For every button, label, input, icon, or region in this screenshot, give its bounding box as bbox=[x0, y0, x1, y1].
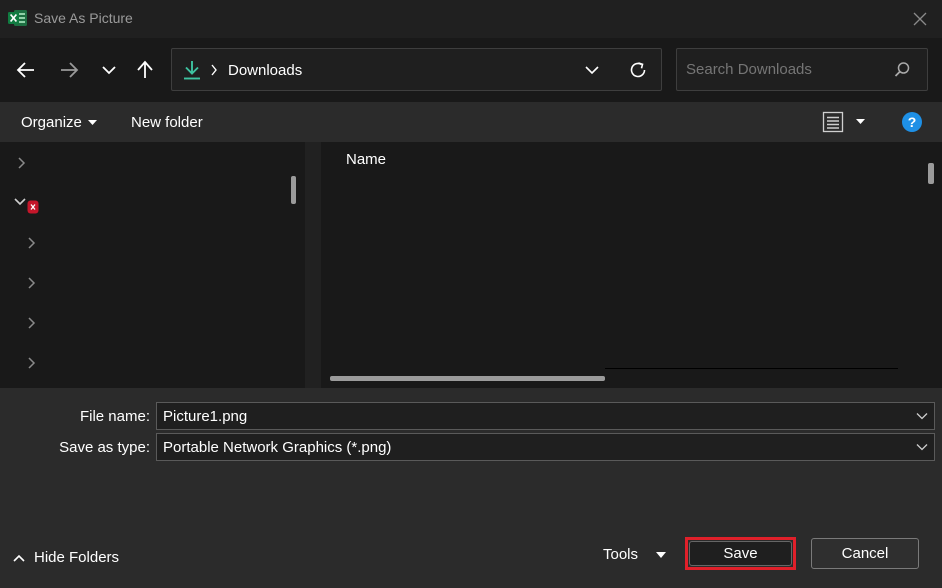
back-button[interactable] bbox=[12, 56, 40, 84]
file-list-pane[interactable] bbox=[321, 142, 942, 388]
pane-splitter[interactable] bbox=[305, 142, 321, 388]
search-icon bbox=[893, 61, 911, 79]
address-bar[interactable]: Downloads bbox=[171, 48, 662, 91]
filename-value[interactable]: Picture1.png bbox=[163, 408, 247, 425]
arrow-left-icon bbox=[16, 62, 34, 78]
save-button[interactable]: Save bbox=[689, 541, 792, 566]
arrow-right-icon bbox=[61, 62, 79, 78]
filename-field[interactable]: Picture1.png bbox=[156, 402, 935, 430]
refresh-icon bbox=[630, 62, 646, 78]
close-icon bbox=[913, 12, 927, 26]
caret-down-icon bbox=[656, 551, 667, 558]
excel-app-icon bbox=[8, 9, 28, 27]
title-bar bbox=[0, 0, 942, 38]
organize-menu-button[interactable]: Organize bbox=[21, 114, 97, 131]
cancel-button[interactable]: Cancel bbox=[811, 538, 919, 569]
caret-down-icon bbox=[856, 119, 865, 124]
close-button[interactable] bbox=[908, 8, 932, 30]
window-title: Save As Picture bbox=[34, 10, 133, 26]
tools-label: Tools bbox=[603, 546, 639, 563]
expand-chevron-icon[interactable] bbox=[26, 316, 36, 330]
scrollbar-track-line bbox=[605, 368, 898, 369]
expand-chevron-icon[interactable] bbox=[26, 236, 36, 250]
navigation-pane[interactable] bbox=[0, 142, 305, 388]
chevron-down-icon[interactable] bbox=[916, 412, 928, 420]
search-input[interactable] bbox=[686, 61, 886, 78]
tools-menu-button[interactable]: Tools bbox=[603, 546, 667, 563]
savetype-label: Save as type: bbox=[59, 439, 150, 456]
breadcrumb-downloads[interactable]: Downloads bbox=[228, 62, 302, 79]
details-view-icon bbox=[822, 111, 844, 133]
change-view-button[interactable] bbox=[822, 111, 865, 133]
svg-text:?: ? bbox=[908, 114, 917, 130]
new-folder-button[interactable]: New folder bbox=[131, 114, 203, 131]
error-badge-icon bbox=[27, 200, 39, 214]
arrow-up-icon bbox=[137, 60, 153, 78]
navpane-scrollbar-thumb[interactable] bbox=[291, 176, 296, 204]
help-icon: ? bbox=[902, 112, 922, 132]
filelist-horizontal-scrollbar-thumb[interactable] bbox=[330, 376, 605, 381]
download-icon bbox=[182, 59, 202, 81]
expand-chevron-icon[interactable] bbox=[26, 276, 36, 290]
address-history-button[interactable] bbox=[584, 64, 600, 76]
breadcrumb-separator-icon bbox=[210, 64, 218, 76]
filelist-vertical-scrollbar-thumb[interactable] bbox=[928, 163, 934, 184]
hide-folders-label: Hide Folders bbox=[34, 549, 120, 566]
caret-down-icon bbox=[87, 119, 97, 125]
forward-button[interactable] bbox=[55, 56, 83, 84]
chevron-down-icon bbox=[102, 66, 116, 75]
column-header-name[interactable]: Name bbox=[346, 151, 386, 168]
chevron-down-icon bbox=[916, 443, 928, 451]
recent-locations-button[interactable] bbox=[95, 56, 123, 84]
savetype-dropdown[interactable]: Portable Network Graphics (*.png) bbox=[156, 433, 935, 461]
chevron-up-icon bbox=[13, 554, 25, 562]
up-button[interactable] bbox=[131, 56, 159, 84]
filename-label: File name: bbox=[79, 408, 150, 425]
expand-chevron-icon[interactable] bbox=[26, 356, 36, 370]
search-box[interactable] bbox=[676, 48, 928, 91]
refresh-button[interactable] bbox=[628, 60, 648, 80]
help-button[interactable]: ? bbox=[902, 112, 922, 132]
savetype-value: Portable Network Graphics (*.png) bbox=[163, 439, 392, 456]
collapse-chevron-icon[interactable] bbox=[13, 197, 27, 207]
hide-folders-button[interactable]: Hide Folders bbox=[12, 549, 119, 566]
expand-chevron-icon[interactable] bbox=[16, 156, 26, 170]
organize-label: Organize bbox=[21, 114, 82, 131]
chevron-down-icon bbox=[585, 66, 599, 75]
